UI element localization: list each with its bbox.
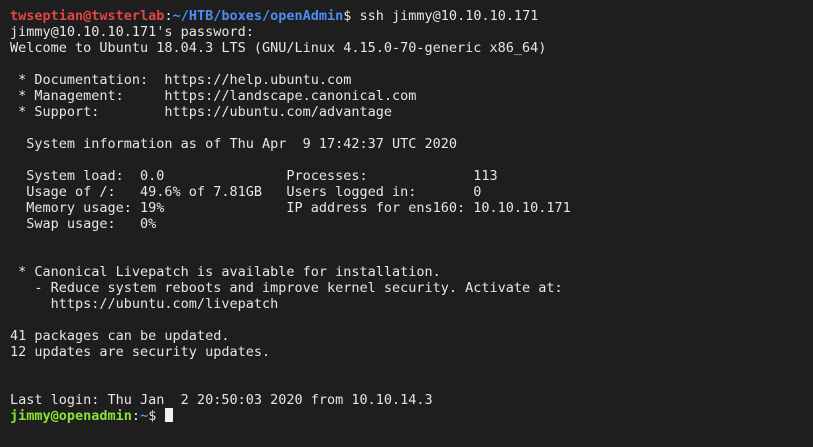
active-prompt-line[interactable]: jimmy@openadmin:~$ <box>10 408 813 424</box>
output-line: Memory usage: 19% IP address for ens160:… <box>10 200 571 216</box>
output-line: - Reduce system reboots and improve kern… <box>10 280 563 296</box>
prompt-separator: : <box>164 8 173 24</box>
output-line: * Canonical Livepatch is available for i… <box>10 264 441 280</box>
output-line: * Documentation: https://help.ubuntu.com <box>10 72 352 88</box>
output-line: Last login: Thu Jan 2 20:50:03 2020 from… <box>10 392 433 408</box>
text-cursor <box>165 408 174 422</box>
prompt-path: ~/HTB/boxes/openAdmin <box>172 8 344 24</box>
output-line: Swap usage: 0% <box>10 216 157 232</box>
output-line: 12 updates are security updates. <box>10 344 271 360</box>
output-line: 41 packages can be updated. <box>10 328 230 344</box>
command-text: ssh jimmy@10.10.10.171 <box>359 8 539 24</box>
terminal-window[interactable]: twseptian@twsterlab:~/HTB/boxes/openAdmi… <box>0 0 813 447</box>
output-line: https://ubuntu.com/livepatch <box>10 296 279 312</box>
prompt-path: ~ <box>140 408 149 424</box>
output-line: * Management: https://landscape.canonica… <box>10 88 417 104</box>
output-line: * Support: https://ubuntu.com/advantage <box>10 104 393 120</box>
prompt-dollar: $ <box>148 408 165 424</box>
output-line: System load: 0.0 Processes: 113 <box>10 168 498 184</box>
prompt-separator: : <box>131 408 141 424</box>
output-line: System information as of Thu Apr 9 17:42… <box>10 136 458 152</box>
output-line: jimmy@10.10.10.171's password: <box>10 24 254 40</box>
prompt-user-host: twseptian@twsterlab <box>10 8 165 24</box>
output-line: Welcome to Ubuntu 18.04.3 LTS (GNU/Linux… <box>10 40 547 56</box>
output-line: Usage of /: 49.6% of 7.81GB Users logged… <box>10 184 482 200</box>
command-line: twseptian@twsterlab:~/HTB/boxes/openAdmi… <box>10 8 813 24</box>
prompt-dollar: $ <box>343 8 360 24</box>
prompt-user-host: jimmy@openadmin <box>10 408 132 424</box>
